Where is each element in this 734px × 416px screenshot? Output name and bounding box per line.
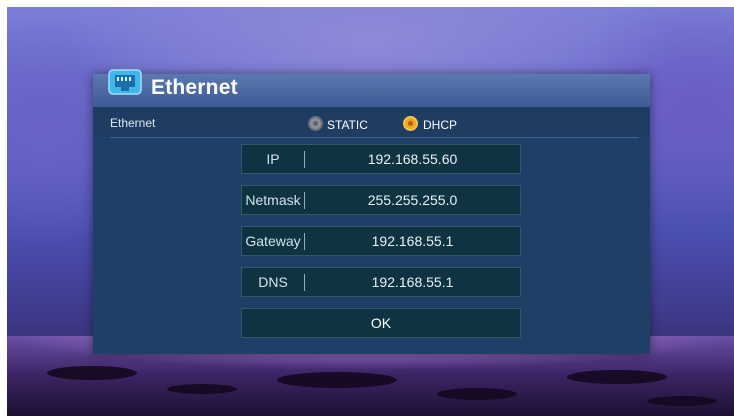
floor-shadow — [167, 384, 237, 394]
mode-row: Ethernet STATIC DHCP — [93, 107, 650, 137]
ethernet-dialog: Ethernet Ethernet STATIC DHCP IP 192.168… — [93, 69, 650, 354]
tv-background: Ethernet Ethernet STATIC DHCP IP 192.168… — [7, 7, 734, 416]
static-radio[interactable] — [308, 116, 323, 131]
netmask-field[interactable]: Netmask 255.255.255.0 — [241, 185, 521, 215]
floor-shadow — [567, 370, 667, 384]
dns-field-value[interactable]: 192.168.55.1 — [305, 268, 520, 296]
ip-field[interactable]: IP 192.168.55.60 — [241, 144, 521, 174]
netmask-field-value[interactable]: 255.255.255.0 — [305, 186, 520, 214]
gateway-field[interactable]: Gateway 192.168.55.1 — [241, 226, 521, 256]
ethernet-port-icon — [107, 68, 143, 98]
divider — [110, 137, 639, 138]
floor-shadow — [437, 388, 517, 400]
dialog-title: Ethernet — [151, 76, 238, 99]
ip-field-label: IP — [266, 151, 280, 167]
dhcp-radio[interactable] — [403, 116, 418, 131]
dhcp-radio-label[interactable]: DHCP — [423, 118, 457, 132]
dns-field[interactable]: DNS 192.168.55.1 — [241, 267, 521, 297]
ip-field-value[interactable]: 192.168.55.60 — [305, 145, 520, 173]
mode-label: Ethernet — [110, 116, 156, 130]
dialog-header: Ethernet — [93, 69, 650, 107]
ok-button[interactable]: OK — [241, 308, 521, 338]
floor-shadow — [277, 372, 397, 388]
floor-shadow — [647, 396, 717, 406]
gateway-field-value[interactable]: 192.168.55.1 — [305, 227, 520, 255]
static-radio-label[interactable]: STATIC — [327, 118, 368, 132]
floor-shadow — [47, 366, 137, 380]
netmask-field-label: Netmask — [245, 192, 301, 208]
gateway-field-label: Gateway — [245, 233, 301, 249]
dns-field-label: DNS — [258, 274, 288, 290]
